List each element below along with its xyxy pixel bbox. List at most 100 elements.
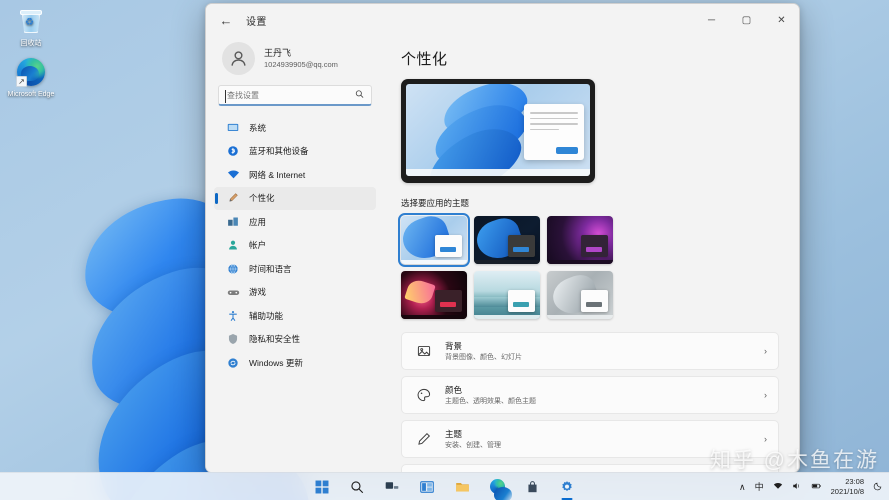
- sidebar-item-accessibility[interactable]: 辅助功能: [214, 304, 376, 327]
- network-icon[interactable]: [773, 481, 783, 493]
- sidebar-item-label: Windows 更新: [249, 357, 303, 368]
- account-block[interactable]: 王丹飞 1024939905@qq.com: [214, 36, 376, 85]
- taskbar: ∧ 中 23:08 2021/10/8: [0, 472, 889, 500]
- sidebar-nav: 系统 蓝牙和其他设备 网络 & Internet 个性化 应用 帐户 时间和语言…: [214, 116, 376, 472]
- settings-row-themes[interactable]: 主题 安装、创建、管理 ›: [401, 420, 779, 458]
- brush-icon: [226, 191, 240, 205]
- sidebar-item-system[interactable]: 系统: [214, 116, 376, 139]
- sidebar-item-network[interactable]: 网络 & Internet: [214, 163, 376, 186]
- sidebar-item-label: 蓝牙和其他设备: [249, 146, 309, 156]
- theme-grid: [398, 213, 779, 319]
- battery-icon[interactable]: [811, 481, 822, 493]
- theme-card-captured-motion[interactable]: [401, 271, 467, 319]
- sidebar-item-label: 应用: [249, 216, 267, 227]
- window-controls: ─ ▢ ✕: [694, 4, 799, 36]
- row-subtitle: 背景图像、颜色、幻灯片: [445, 353, 522, 361]
- theme-card-windows-dark[interactable]: [474, 216, 540, 264]
- notification-icon[interactable]: [873, 481, 883, 493]
- row-title: 背景: [445, 340, 463, 351]
- settings-window[interactable]: ← 设置 ─ ▢ ✕ 王丹飞 1024939905@qq.com 查找设置 系统…: [205, 3, 800, 473]
- clock-time: 23:08: [845, 476, 864, 486]
- window-title: 设置: [246, 16, 267, 28]
- desktop-icon-label: 回收站: [20, 40, 42, 47]
- sidebar-item-label: 帐户: [249, 240, 267, 250]
- clock[interactable]: 23:08 2021/10/8: [831, 477, 864, 497]
- edge-button[interactable]: [486, 476, 512, 500]
- settings-row-background[interactable]: 背景 背景图像、颜色、幻灯片 ›: [401, 332, 779, 370]
- text-caret: [225, 90, 226, 103]
- row-subtitle: 安装、创建、管理: [445, 441, 501, 449]
- search-button[interactable]: [346, 476, 368, 498]
- avatar: [222, 42, 255, 75]
- sidebar-item-label: 系统: [249, 122, 267, 133]
- account-email: 1024939905@qq.com: [264, 60, 338, 69]
- gear-icon: [562, 480, 572, 491]
- sidebar-item-label: 游戏: [249, 287, 267, 297]
- edge-icon: ↗: [16, 57, 46, 87]
- preview-dialog: [524, 104, 584, 160]
- file-explorer-button[interactable]: [451, 476, 473, 498]
- themes-section-label: 选择要应用的主题: [401, 198, 470, 208]
- apps-icon: [226, 215, 240, 229]
- settings-button[interactable]: [556, 476, 578, 498]
- pencil-icon: [415, 431, 432, 448]
- update-icon: [226, 356, 240, 370]
- desktop-icon-recycle-bin[interactable]: ♻ 回收站: [2, 6, 60, 48]
- theme-card-sunrise[interactable]: [474, 271, 540, 319]
- search-box[interactable]: [218, 85, 372, 106]
- widgets-button[interactable]: [416, 476, 438, 498]
- ime-indicator[interactable]: 中: [755, 482, 764, 492]
- row-title: 主题: [445, 428, 463, 439]
- image-icon: [415, 343, 432, 360]
- wifi-icon: [226, 168, 240, 182]
- theme-card-glow[interactable]: [547, 216, 613, 264]
- clock-date: 2021/10/8: [830, 486, 864, 496]
- gamepad-icon: [226, 285, 240, 299]
- chevron-right-icon: ›: [764, 390, 767, 400]
- theme-card-windows-light[interactable]: [398, 213, 470, 267]
- desktop-icon-label: Microsoft Edge: [7, 91, 55, 98]
- minimize-button[interactable]: ─: [694, 4, 729, 36]
- desktop-icon-microsoft-edge[interactable]: ↗ Microsoft Edge: [2, 57, 60, 99]
- page-title: 个性化: [401, 51, 448, 68]
- window-titlebar[interactable]: ← 设置 ─ ▢ ✕: [206, 4, 799, 36]
- back-button[interactable]: ←: [212, 7, 240, 33]
- sidebar-item-label: 个性化: [249, 193, 275, 203]
- row-title: 颜色: [445, 384, 463, 395]
- windows-logo-icon: [315, 480, 329, 493]
- person-icon: [226, 238, 240, 252]
- store-button[interactable]: [521, 476, 543, 498]
- accessibility-icon: [226, 309, 240, 323]
- sidebar-item-apps[interactable]: 应用: [214, 210, 376, 233]
- maximize-button[interactable]: ▢: [729, 4, 764, 36]
- close-button[interactable]: ✕: [764, 4, 799, 36]
- sidebar-item-gaming[interactable]: 游戏: [214, 281, 376, 304]
- search-input[interactable]: [219, 86, 349, 104]
- sidebar-item-label: 网络 & Internet: [249, 169, 306, 180]
- search-icon[interactable]: [355, 90, 364, 101]
- sidebar-item-bluetooth[interactable]: 蓝牙和其他设备: [214, 140, 376, 163]
- search-icon: [351, 480, 364, 493]
- theme-preview: [401, 79, 595, 183]
- taskbar-buttons: [311, 476, 578, 500]
- account-name: 王丹飞: [264, 48, 292, 58]
- start-button[interactable]: [311, 476, 333, 498]
- settings-row-colors[interactable]: 颜色 主题色、透明效果、颜色主题 ›: [401, 376, 779, 414]
- sidebar-item-time-language[interactable]: 时间和语言: [214, 257, 376, 280]
- sidebar-item-personalization[interactable]: 个性化: [214, 186, 376, 210]
- palette-icon: [415, 387, 432, 404]
- widgets-icon: [420, 480, 434, 493]
- sidebar-item-windows-update[interactable]: Windows 更新: [214, 351, 376, 374]
- sidebar-item-privacy[interactable]: 隐私和安全性: [214, 328, 376, 351]
- tray-chevron-up-icon[interactable]: ∧: [739, 482, 746, 492]
- folder-icon: [455, 482, 469, 492]
- sidebar-item-label: 时间和语言: [249, 263, 292, 274]
- bluetooth-icon: [226, 144, 240, 158]
- main-content: 个性化 选择要应用的主题 背景 背景图像、颜色、幻灯片 › 颜色 主题色、透明效…: [384, 36, 799, 472]
- theme-card-flow[interactable]: [547, 271, 613, 319]
- sidebar-item-accounts[interactable]: 帐户: [214, 234, 376, 257]
- task-view-icon: [385, 481, 399, 489]
- volume-icon[interactable]: [792, 481, 802, 493]
- task-view-button[interactable]: [381, 476, 403, 498]
- settings-row-lockscreen[interactable]: 锁屏界面 ›: [401, 464, 779, 472]
